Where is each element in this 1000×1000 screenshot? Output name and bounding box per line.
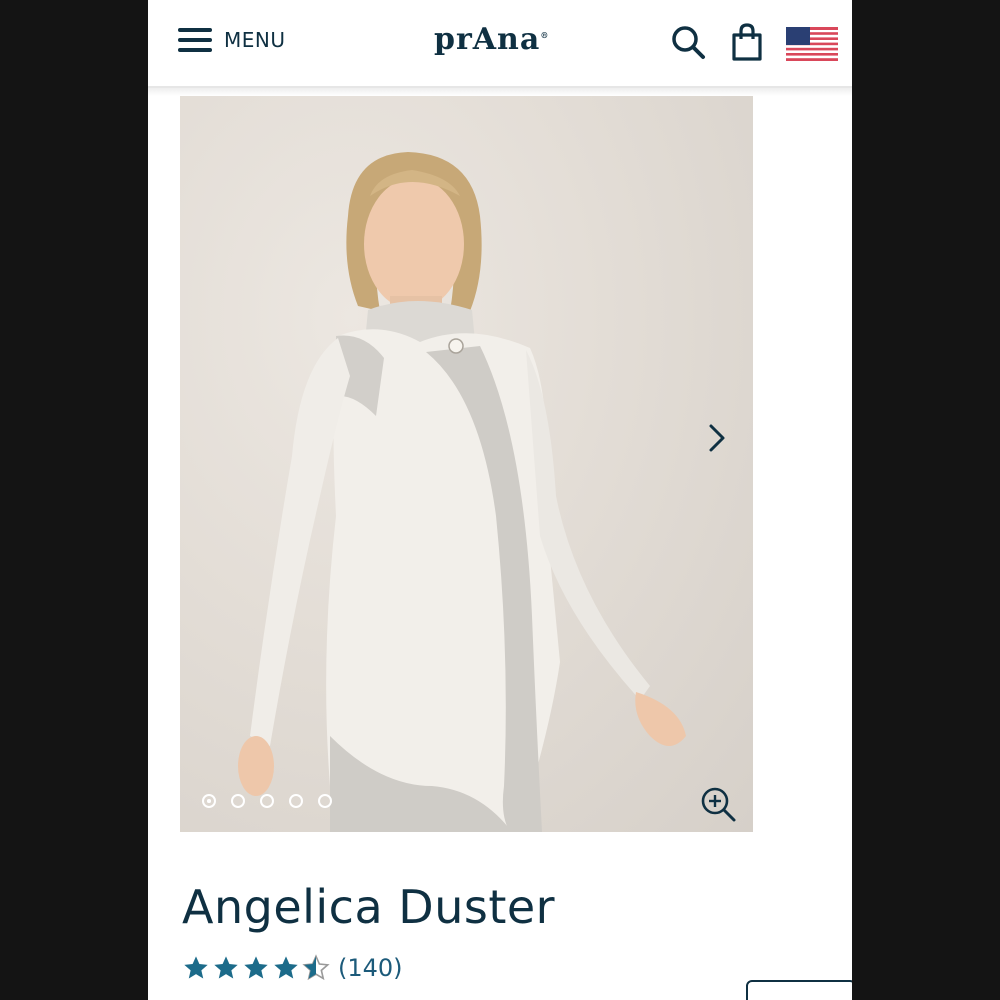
half-star-icon — [302, 954, 330, 981]
model-photo — [238, 152, 686, 832]
logo-text: prAna — [434, 22, 541, 57]
star-icon — [214, 956, 238, 979]
product-image[interactable] — [180, 96, 753, 832]
carousel-dots — [202, 794, 332, 808]
product-rating[interactable]: (140) — [182, 954, 403, 982]
star-icon — [184, 956, 208, 979]
carousel-dot-4[interactable] — [289, 794, 303, 808]
mobile-page: MENU prAna® Angelica Duster (140) — [148, 0, 852, 1000]
menu-label: MENU — [224, 28, 286, 52]
star-rating — [182, 954, 330, 982]
star-icon — [274, 956, 298, 979]
brand-logo[interactable]: prAna® — [434, 22, 549, 57]
size-selector-button[interactable] — [746, 980, 852, 1000]
zoom-in-icon[interactable] — [698, 784, 738, 824]
hamburger-icon — [178, 27, 212, 53]
site-header: MENU prAna® — [148, 0, 852, 88]
shopping-bag-icon[interactable] — [730, 22, 764, 62]
product-title: Angelica Duster — [182, 880, 556, 934]
carousel-dot-2[interactable] — [231, 794, 245, 808]
review-count-link[interactable]: (140) — [338, 954, 403, 982]
search-icon[interactable] — [670, 24, 706, 60]
carousel-dot-5[interactable] — [318, 794, 332, 808]
carousel-dot-3[interactable] — [260, 794, 274, 808]
menu-button[interactable]: MENU — [178, 24, 286, 56]
carousel-dot-1[interactable] — [202, 794, 216, 808]
us-flag-icon[interactable] — [786, 27, 838, 61]
chevron-right-icon[interactable] — [702, 418, 732, 458]
star-icon — [244, 956, 268, 979]
